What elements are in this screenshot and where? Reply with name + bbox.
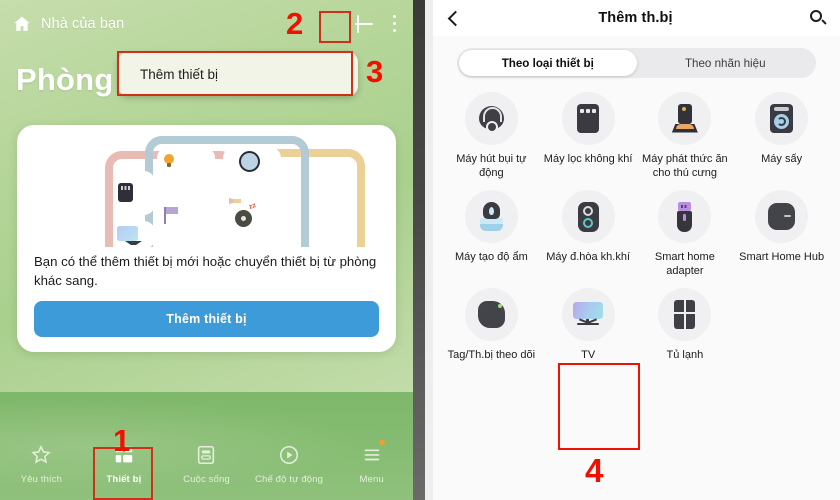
- device-item-air-conditioner[interactable]: Máy đ.hòa kh.khí: [540, 190, 637, 278]
- back-arrow-icon[interactable]: [445, 9, 463, 27]
- life-card-icon: [195, 442, 217, 468]
- device-label: Máy đ.hòa kh.khí: [546, 251, 631, 263]
- device-type-grid: Máy hút bụi tự động Máy lọc không khí Má…: [433, 92, 840, 362]
- nav-item-favorites[interactable]: Yêu thích: [0, 426, 83, 500]
- nav-label: Chế độ tự động: [255, 473, 324, 485]
- device-label: Smart Home Hub: [739, 251, 825, 263]
- device-label: Máy tạo độ ẩm: [454, 251, 528, 263]
- lightbulb-icon: [164, 154, 174, 167]
- nav-label: Yêu thích: [20, 473, 63, 485]
- plus-icon[interactable]: [349, 9, 379, 39]
- device-item-robot-vacuum[interactable]: Máy hút bụi tự động: [443, 92, 540, 180]
- nav-item-life[interactable]: Cuộc sống: [165, 426, 248, 500]
- device-item-tv[interactable]: TV: [540, 288, 637, 362]
- annotation-box-step3: [117, 51, 353, 96]
- screenshot-root: Nhà của bạn Phòng Thêm thiết bị zz Bạn c…: [0, 0, 840, 500]
- tv-icon: [561, 288, 615, 341]
- humidifier-icon: [464, 190, 518, 243]
- device-item-humidifier[interactable]: Máy tạo độ ẩm: [443, 190, 540, 278]
- device-label: Máy sấy: [761, 153, 803, 165]
- star-icon: [30, 442, 52, 468]
- annotation-number-step1: 1: [113, 423, 131, 458]
- device-label: Tag/Th.bị theo dõi: [447, 349, 536, 361]
- tab-by-device-type[interactable]: Theo loại thiết bị: [459, 50, 637, 76]
- search-icon[interactable]: [808, 8, 828, 28]
- robot-vacuum-icon: [464, 92, 518, 145]
- right-page-title: Thêm th.bị: [598, 10, 673, 26]
- pet-feeder-icon: [658, 92, 712, 145]
- smartthings-room-screen: Nhà của bạn Phòng Thêm thiết bị zz Bạn c…: [0, 0, 413, 500]
- nav-item-automation[interactable]: Chế độ tự động: [248, 426, 331, 500]
- device-label: Máy hút bụi tự động: [456, 153, 527, 179]
- device-item-smart-home-hub[interactable]: Smart Home Hub: [733, 190, 830, 278]
- camera-icon: [235, 210, 252, 227]
- bottom-navigation: Yêu thích Thiết bị Cuộc sống Chế độ tự đ…: [0, 426, 413, 500]
- air-conditioner-icon: [561, 190, 615, 243]
- device-item-air-purifier[interactable]: Máy lọc không khí: [540, 92, 637, 180]
- device-label: Tủ lạnh: [666, 349, 704, 361]
- tv-illustration-icon: [117, 226, 142, 245]
- usb-adapter-icon: [658, 190, 712, 243]
- card-description: Bạn có thể thêm thiết bị mới hoặc chuyển…: [34, 254, 377, 288]
- room-illustration: zz: [17, 125, 396, 247]
- annotation-number-step4: 4: [585, 452, 604, 489]
- nav-label: Menu: [359, 473, 384, 485]
- kebab-menu-icon[interactable]: [393, 14, 397, 34]
- appliance-icon: [118, 183, 133, 202]
- flag-icon: [164, 207, 178, 224]
- right-header: Thêm th.bị: [433, 0, 840, 36]
- annotation-box-step4: [558, 363, 640, 450]
- nav-item-menu[interactable]: Menu: [330, 426, 413, 500]
- device-item-tracker-tag[interactable]: Tag/Th.bị theo dõi: [443, 288, 540, 362]
- tab-by-brand[interactable]: Theo nhãn hiệu: [637, 50, 815, 76]
- tracker-tag-icon: [464, 288, 518, 341]
- annotation-number-step2: 2: [286, 6, 304, 41]
- annotation-number-step3: 3: [366, 54, 384, 89]
- dial-icon: [239, 151, 260, 172]
- panel-divider: [413, 0, 425, 500]
- device-item-dryer[interactable]: Máy sấy: [733, 92, 830, 180]
- smart-hub-icon: [755, 190, 809, 243]
- page-title: Phòng: [16, 62, 114, 97]
- device-label: Máy lọc không khí: [543, 153, 633, 165]
- panel-divider-light: [425, 0, 433, 500]
- refrigerator-icon: [658, 288, 712, 341]
- device-item-refrigerator[interactable]: Tủ lạnh: [637, 288, 734, 362]
- home-label: Nhà của bạn: [41, 16, 125, 32]
- add-device-screen: Thêm th.bị Theo loại thiết bị Theo nhãn …: [433, 0, 840, 500]
- dryer-icon: [755, 92, 809, 145]
- air-purifier-icon: [561, 92, 615, 145]
- menu-badge-dot: [379, 439, 385, 445]
- tabs-container: Theo loại thiết bị Theo nhãn hiệu: [433, 36, 840, 78]
- nav-label: Cuộc sống: [183, 473, 230, 485]
- left-header: Nhà của bạn: [0, 0, 413, 48]
- device-label: Máy phát thức ăn cho thú cưng: [642, 153, 728, 179]
- empty-room-card: zz Bạn có thể thêm thiết bị mới hoặc chu…: [17, 125, 396, 352]
- device-label: TV: [581, 349, 596, 361]
- hamburger-icon: [361, 439, 385, 468]
- play-circle-icon: [278, 442, 300, 468]
- segmented-control: Theo loại thiết bị Theo nhãn hiệu: [457, 48, 816, 78]
- device-item-pet-feeder[interactable]: Máy phát thức ăn cho thú cưng: [637, 92, 734, 180]
- device-item-smart-home-adapter[interactable]: Smart home adapter: [637, 190, 734, 278]
- device-label: Smart home adapter: [654, 251, 715, 277]
- home-icon: [14, 16, 30, 31]
- annotation-box-step2: [319, 11, 351, 43]
- add-device-button[interactable]: Thêm thiết bị: [34, 301, 379, 337]
